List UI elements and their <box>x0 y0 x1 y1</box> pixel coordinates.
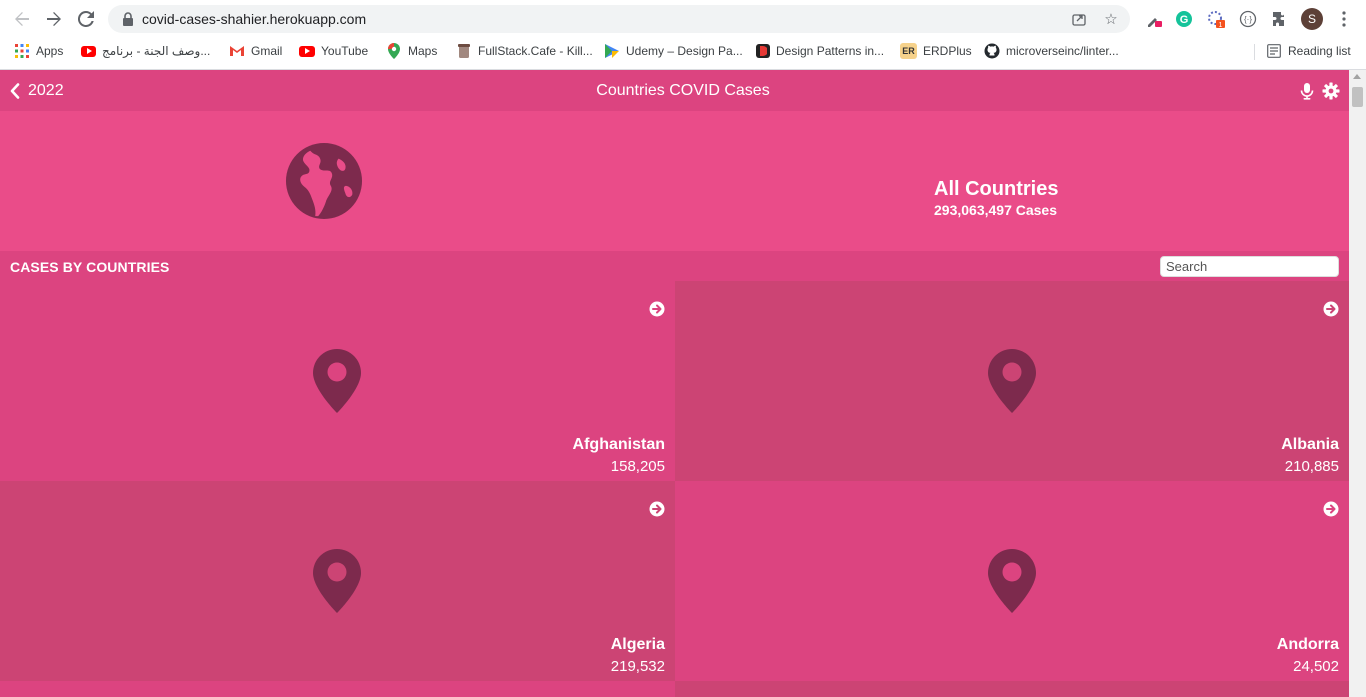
app-header: 2022 Countries COVID Cases <box>0 70 1349 111</box>
search-input[interactable] <box>1160 256 1339 277</box>
fullstack-cafe-icon <box>456 43 472 59</box>
bookmark-fullstack-cafe[interactable]: FullStack.Cafe - Kill... <box>456 41 593 61</box>
map-pin-icon <box>988 349 1036 413</box>
arrow-right-circle-icon[interactable] <box>649 501 665 517</box>
refactoring-guru-icon <box>756 44 770 58</box>
erdplus-icon: ER <box>900 43 917 59</box>
scroll-up-arrow-icon[interactable] <box>1353 74 1361 79</box>
summary-text: All Countries 293,063,497 Cases <box>934 178 1058 218</box>
country-cases: 158,205 <box>610 458 665 475</box>
country-cases: 210,885 <box>1284 458 1339 475</box>
grammarly-icon[interactable]: G <box>1174 9 1194 29</box>
map-pin-icon <box>988 549 1036 613</box>
page-scrollbar[interactable] <box>1349 70 1366 697</box>
eyedropper-extension-icon[interactable] <box>1144 9 1164 29</box>
maps-icon <box>386 43 402 59</box>
country-card[interactable]: Algeria 219,532 <box>0 481 675 681</box>
reload-icon[interactable] <box>73 7 99 31</box>
country-name: Algeria <box>610 636 665 653</box>
bookmark-arabic-video[interactable]: وصف الجنة - برنامج... <box>81 41 210 61</box>
reading-list-icon <box>1266 43 1282 59</box>
star-icon[interactable]: ☆ <box>1102 10 1120 28</box>
forward-arrow-icon[interactable] <box>41 7 67 31</box>
map-pin-icon <box>313 549 361 613</box>
bookmark-udemy[interactable]: Udemy – Design Pa... <box>604 41 743 61</box>
microphone-icon[interactable] <box>1298 82 1316 100</box>
bookmark-gmail[interactable]: Gmail <box>229 41 282 61</box>
country-cases: 219,532 <box>610 658 665 675</box>
section-title: CASES BY COUNTRIES <box>10 259 170 275</box>
globe-americas-icon <box>285 142 363 220</box>
country-name: Andorra <box>1276 636 1339 653</box>
svg-text:{·}: {·} <box>1244 15 1252 24</box>
code-extension-icon[interactable]: {·} <box>1238 9 1258 29</box>
bookmarks-bar: Apps وصف الجنة - برنامج... Gmail YouTube… <box>0 38 1366 64</box>
bookmark-apps[interactable]: Apps <box>14 41 63 61</box>
bookmark-separator <box>1254 44 1255 60</box>
back-arrow-icon[interactable] <box>9 7 35 31</box>
country-name: Albania <box>1281 436 1339 453</box>
app-viewport: 2022 Countries COVID Cases All Countries… <box>0 70 1349 697</box>
country-card[interactable]: Afghanistan 158,205 <box>0 281 675 481</box>
kebab-menu-icon[interactable] <box>1334 9 1354 29</box>
bookmark-github-linter[interactable]: microverseinc/linter... <box>984 41 1119 61</box>
arrow-right-circle-icon[interactable] <box>1323 301 1339 317</box>
extension-badge-icon[interactable]: 1 <box>1206 9 1226 29</box>
all-countries-summary: All Countries 293,063,497 Cases <box>0 111 1349 251</box>
svg-text:G: G <box>1180 14 1189 26</box>
share-icon[interactable] <box>1070 10 1088 28</box>
arrow-right-circle-icon[interactable] <box>1323 501 1339 517</box>
map-pin-icon <box>313 349 361 413</box>
country-card[interactable]: Albania 210,885 <box>675 281 1349 481</box>
github-icon <box>984 43 1000 59</box>
apps-grid-icon <box>14 43 30 59</box>
browser-chrome: covid-cases-shahier.herokuapp.com ☆ G 1 … <box>0 0 1366 70</box>
reading-list-button[interactable]: Reading list <box>1266 41 1351 61</box>
url-text: covid-cases-shahier.herokuapp.com <box>142 11 367 27</box>
page-title: Countries COVID Cases <box>596 82 770 99</box>
gear-icon[interactable] <box>1322 82 1340 100</box>
summary-name: All Countries <box>934 178 1059 200</box>
lock-icon <box>123 12 133 26</box>
youtube-icon <box>299 45 315 57</box>
country-card[interactable] <box>0 681 675 697</box>
svg-text:1: 1 <box>1219 22 1223 29</box>
section-header: CASES BY COUNTRIES <box>0 251 1349 281</box>
bookmark-maps[interactable]: Maps <box>386 41 437 61</box>
country-card[interactable] <box>675 681 1349 697</box>
country-cases: 24,502 <box>1293 658 1339 675</box>
bookmark-design-patterns[interactable]: Design Patterns in... <box>756 41 884 61</box>
scroll-thumb[interactable] <box>1352 87 1363 107</box>
country-card[interactable]: Andorra 24,502 <box>675 481 1349 681</box>
browser-toolbar: covid-cases-shahier.herokuapp.com ☆ G 1 … <box>0 0 1366 38</box>
summary-cases: 293,063,497 Cases <box>934 202 1057 218</box>
bookmark-youtube[interactable]: YouTube <box>299 41 368 61</box>
puzzle-extensions-icon[interactable] <box>1270 9 1290 29</box>
profile-avatar[interactable]: S <box>1301 8 1323 30</box>
arrow-right-circle-icon[interactable] <box>649 301 665 317</box>
udemy-icon <box>604 43 620 59</box>
bookmark-erdplus[interactable]: ER ERDPlus <box>900 41 972 61</box>
gmail-icon <box>229 43 245 59</box>
address-bar[interactable]: covid-cases-shahier.herokuapp.com ☆ <box>108 5 1130 33</box>
youtube-icon <box>81 45 96 57</box>
country-name: Afghanistan <box>572 436 665 453</box>
